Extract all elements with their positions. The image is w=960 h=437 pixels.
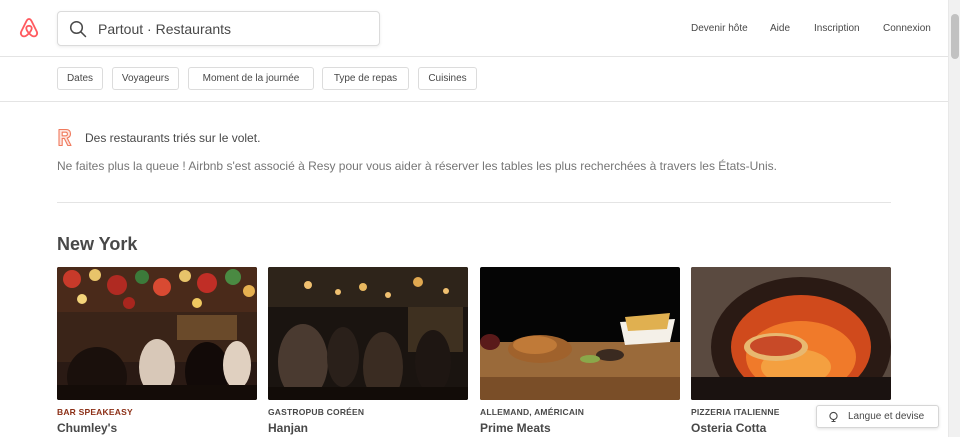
filter-time-of-day-button[interactable]: Moment de la journée <box>188 67 314 90</box>
restaurant-photo[interactable] <box>57 267 257 400</box>
promo-description: Ne faites plus la queue ! Airbnb s'est a… <box>57 159 777 173</box>
restaurant-photo[interactable] <box>480 267 680 400</box>
restaurant-photo[interactable] <box>691 267 891 400</box>
language-currency-label: Langue et devise <box>848 411 925 422</box>
filter-bar: Dates Voyageurs Moment de la journée Typ… <box>0 57 948 102</box>
restaurant-card[interactable]: ALLEMAND, AMÉRICAIN Prime Meats <box>480 267 680 435</box>
filter-cuisines-button[interactable]: Cuisines <box>418 67 477 90</box>
filter-guests-button[interactable]: Voyageurs <box>112 67 179 90</box>
nav-become-host-link[interactable]: Devenir hôte <box>691 23 748 34</box>
restaurant-category: ALLEMAND, AMÉRICAIN <box>480 407 585 417</box>
search-query[interactable]: Partout · Restaurants <box>98 21 231 37</box>
top-header: Partout · Restaurants Devenir hôte Aide … <box>0 0 948 57</box>
language-currency-button[interactable]: Langue et devise <box>816 405 939 428</box>
page-scrollbar[interactable] <box>948 0 960 437</box>
restaurant-card[interactable]: GASTROPUB CORÉEN Hanjan <box>268 267 468 435</box>
restaurant-name[interactable]: Chumley's <box>57 421 257 435</box>
restaurant-photo[interactable] <box>268 267 468 400</box>
restaurant-name[interactable]: Prime Meats <box>480 421 680 435</box>
restaurant-category: GASTROPUB CORÉEN <box>268 407 365 417</box>
scrollbar-thumb[interactable] <box>951 14 959 59</box>
restaurant-name[interactable]: Hanjan <box>268 421 468 435</box>
filter-dates-button[interactable]: Dates <box>57 67 103 90</box>
nav-signup-link[interactable]: Inscription <box>814 23 860 34</box>
filter-meal-type-button[interactable]: Type de repas <box>322 67 409 90</box>
nav-login-link[interactable]: Connexion <box>883 23 931 34</box>
globe-icon <box>829 411 838 422</box>
nav-help-link[interactable]: Aide <box>770 23 790 34</box>
airbnb-logo-icon[interactable] <box>17 16 41 40</box>
promo-title: Des restaurants triés sur le volet. <box>85 131 261 145</box>
search-icon <box>69 20 87 38</box>
restaurant-category: BAR SPEAKEASY <box>57 407 133 417</box>
resy-logo-icon <box>58 128 72 147</box>
section-divider <box>57 202 891 203</box>
city-section-title: New York <box>57 234 138 254</box>
restaurant-card[interactable]: BAR SPEAKEASY Chumley's <box>57 267 257 435</box>
search-input[interactable]: Partout · Restaurants <box>57 11 380 46</box>
